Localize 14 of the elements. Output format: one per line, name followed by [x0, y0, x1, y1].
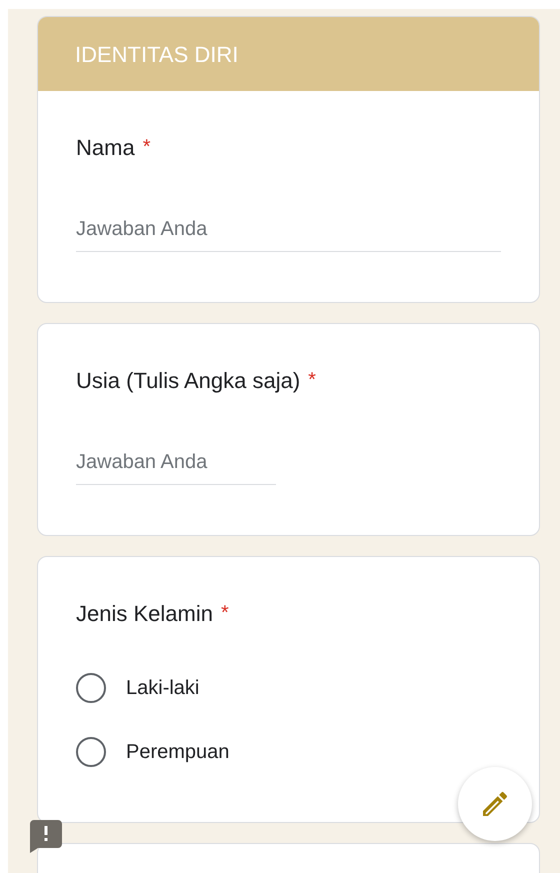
- required-mark: *: [142, 135, 150, 160]
- radio-button[interactable]: [76, 737, 106, 767]
- section-title: IDENTITAS DIRI: [75, 40, 238, 68]
- required-mark: *: [308, 368, 316, 393]
- question-title: Usia (Tulis Angka saja): [76, 366, 300, 395]
- option-label: Laki-laki: [126, 676, 200, 701]
- required-mark: *: [220, 601, 229, 626]
- question-title: Nama: [76, 134, 135, 162]
- option-label: Perempuan: [126, 740, 230, 765]
- question-title: Jenis Kelamin: [76, 600, 213, 628]
- answer-field[interactable]: Jawaban Anda: [76, 451, 276, 485]
- radio-button[interactable]: [76, 673, 106, 703]
- answer-field[interactable]: Jawaban Anda: [76, 218, 501, 252]
- feedback-icon[interactable]: [30, 820, 62, 853]
